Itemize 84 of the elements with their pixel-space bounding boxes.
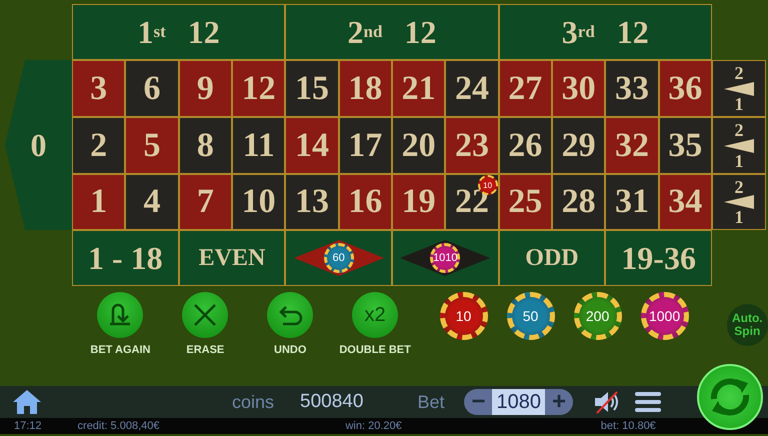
- number-bet[interactable]: 7: [178, 174, 232, 230]
- dozen-bet[interactable]: 1$^{st}$ 12: [72, 4, 286, 60]
- triangle-icon: [724, 138, 754, 152]
- outside-bet[interactable]: 1 - 18: [72, 230, 179, 286]
- number-bet[interactable]: 36: [658, 60, 712, 117]
- clock-text: 17:12: [14, 420, 42, 432]
- column-odds-bottom: 1: [734, 209, 744, 226]
- column-bet[interactable]: 2 1: [712, 117, 766, 174]
- action-label: ERASE: [186, 344, 224, 356]
- number-bet[interactable]: 18: [338, 60, 392, 117]
- column-odds-top: 2: [734, 122, 744, 138]
- number-bet[interactable]: 29: [552, 117, 606, 174]
- number-bet[interactable]: 21: [392, 60, 446, 117]
- number-bet[interactable]: 6: [125, 60, 179, 117]
- win-text: win: 20.20€: [345, 420, 402, 432]
- outside-bet[interactable]: 19-36: [605, 230, 712, 286]
- chip-selector[interactable]: 10: [440, 292, 488, 340]
- number-bet[interactable]: 34: [658, 174, 712, 230]
- number-bet[interactable]: 10: [232, 174, 286, 230]
- action-label: UNDO: [274, 344, 306, 356]
- number-bet[interactable]: 9: [178, 60, 232, 117]
- column-odds-top: 2: [734, 178, 744, 195]
- color-bet[interactable]: 60: [285, 230, 392, 286]
- number-bet[interactable]: 19: [392, 174, 446, 230]
- chip-selector[interactable]: 50: [506, 292, 555, 340]
- triangle-icon: [724, 82, 754, 96]
- double-label: x2: [364, 304, 386, 326]
- mute-icon[interactable]: [592, 390, 621, 414]
- credit-text: credit: 5.008,40€: [78, 420, 160, 432]
- number-bet[interactable]: 20: [392, 117, 446, 174]
- triangle-icon: [724, 195, 754, 209]
- number-bet[interactable]: 11: [232, 117, 286, 174]
- column-odds-bottom: 1: [734, 152, 744, 169]
- column-odds-top: 2: [734, 65, 744, 82]
- bet-total-text: bet: 10.80€: [600, 420, 656, 432]
- home-icon[interactable]: [12, 389, 42, 415]
- number-bet[interactable]: 3: [72, 60, 126, 117]
- number-bet[interactable]: 31: [605, 174, 659, 230]
- number-bet[interactable]: 23: [445, 117, 499, 174]
- column-bet[interactable]: 2 1: [712, 174, 766, 230]
- chip-selector[interactable]: 1000: [640, 292, 689, 340]
- number-bet[interactable]: 32: [605, 117, 659, 174]
- number-bet[interactable]: 24: [445, 60, 499, 117]
- color-bet[interactable]: 1010: [392, 230, 499, 286]
- undo-icon: [277, 304, 304, 326]
- number-bet[interactable]: 14: [285, 117, 339, 174]
- erase-button[interactable]: [182, 292, 228, 338]
- bet-again-button[interactable]: [97, 292, 144, 338]
- number-bet[interactable]: 28: [552, 174, 606, 230]
- outside-bet[interactable]: ODD: [498, 230, 606, 286]
- number-bet[interactable]: 33: [605, 60, 659, 117]
- number-bet[interactable]: 5: [125, 117, 179, 174]
- number-bet[interactable]: 17: [338, 117, 392, 174]
- action-label: BET AGAIN: [90, 344, 150, 356]
- undo-button[interactable]: [267, 292, 314, 338]
- double-button[interactable]: x2: [352, 292, 398, 338]
- number-bet[interactable]: 26: [498, 117, 552, 174]
- number-bet[interactable]: 2: [72, 117, 126, 174]
- outside-bet[interactable]: EVEN: [178, 230, 286, 286]
- dozen-bet[interactable]: 2$^{nd}$ 12: [285, 4, 499, 60]
- number-bet[interactable]: 27: [498, 60, 552, 117]
- auto-spin-button[interactable]: Auto. Spin: [726, 304, 768, 346]
- coins-label: coins: [232, 392, 274, 412]
- number-bet[interactable]: 4: [125, 174, 179, 230]
- bet-label: Bet: [417, 392, 444, 412]
- number-bet[interactable]: 30: [552, 60, 606, 117]
- number-bet[interactable]: 16: [338, 174, 392, 230]
- coins-value: 500840: [300, 391, 364, 413]
- number-bet[interactable]: 12: [232, 60, 286, 117]
- dozen-bet[interactable]: 3$^{rd}$ 12: [498, 4, 712, 60]
- action-label: DOUBLE BET: [339, 344, 411, 356]
- number-bet[interactable]: 1: [72, 174, 126, 230]
- bet-value: 1080: [492, 389, 545, 415]
- chip-selector[interactable]: 200: [574, 292, 622, 340]
- number-bet[interactable]: 25: [498, 174, 552, 230]
- number-bet[interactable]: 15: [285, 60, 339, 117]
- number-bet[interactable]: 35: [658, 117, 712, 174]
- zero-bet[interactable]: 0: [5, 60, 72, 230]
- number-bet[interactable]: 8: [178, 117, 232, 174]
- menu-icon[interactable]: [634, 391, 661, 413]
- close-icon: [192, 302, 218, 328]
- column-bet[interactable]: 2 1: [712, 60, 766, 117]
- number-bet[interactable]: 13: [285, 174, 339, 230]
- column-odds-bottom: 1: [734, 96, 744, 112]
